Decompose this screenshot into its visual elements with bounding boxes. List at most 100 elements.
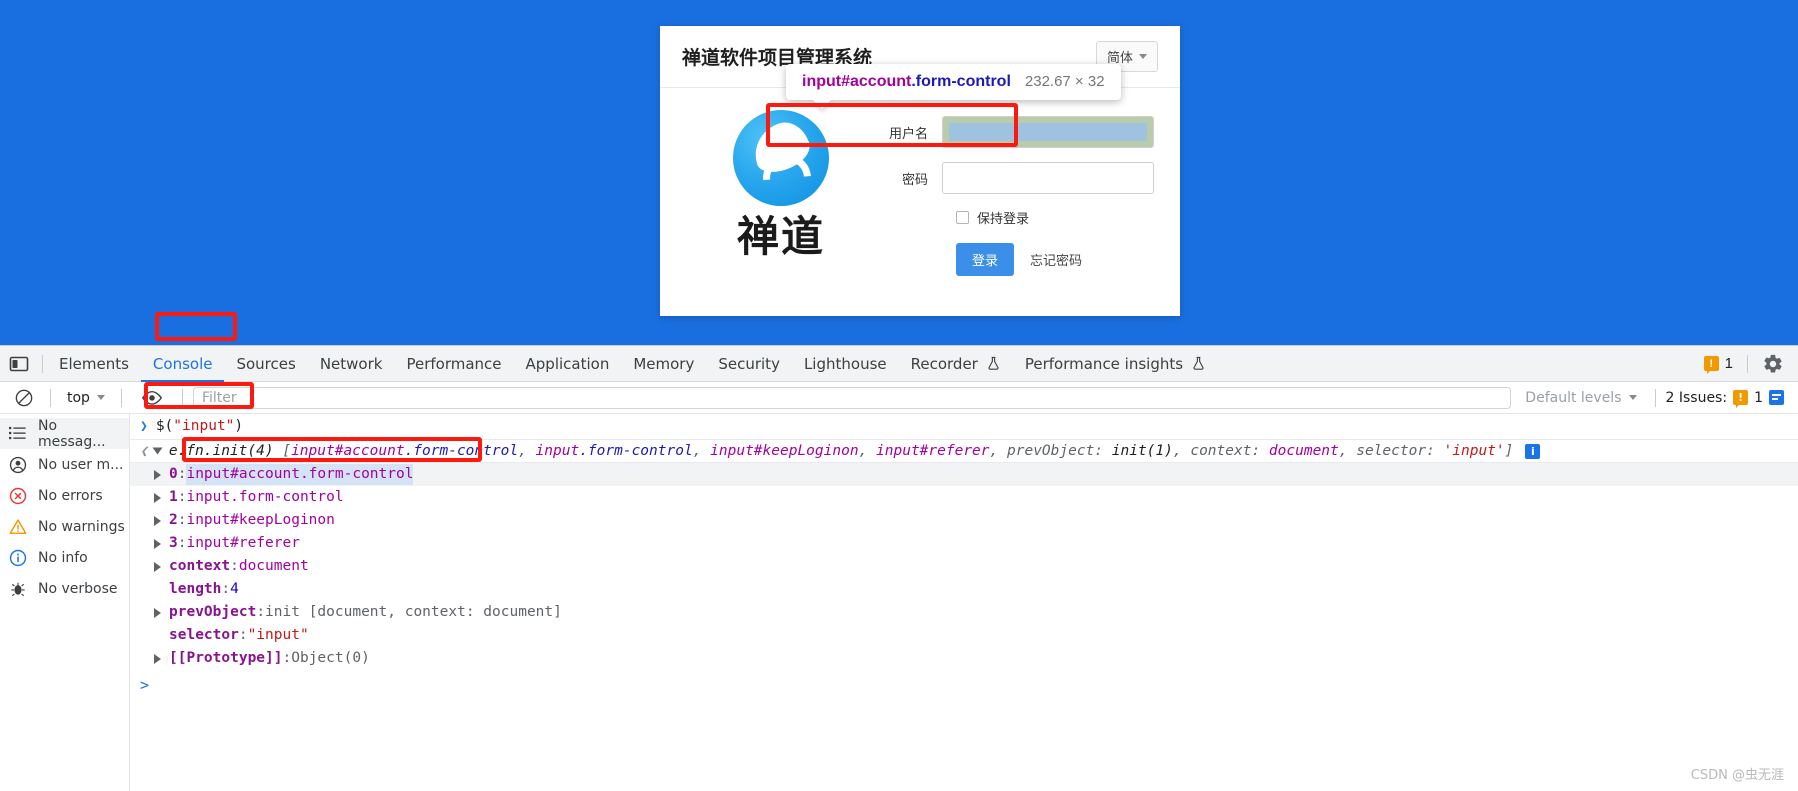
tab-security[interactable]: Security — [706, 346, 792, 382]
filter-input[interactable]: Filter — [192, 386, 1512, 409]
execution-context-select[interactable]: top — [61, 390, 111, 406]
property-value: init [document, context: document] — [265, 604, 562, 620]
expand-triangle-icon[interactable] — [154, 469, 161, 480]
list-icon — [8, 425, 28, 442]
tab-memory[interactable]: Memory — [621, 346, 706, 382]
property-value: document — [238, 558, 309, 574]
tabbar-divider-2 — [1747, 354, 1748, 373]
log-levels-select[interactable]: Default levels — [1517, 390, 1644, 406]
warning-count-chip[interactable]: ! 1 — [1703, 355, 1733, 374]
result-token: , — [1338, 443, 1357, 459]
console-property-row[interactable]: prevObject: init [document, context: doc… — [130, 601, 1798, 624]
live-expression-icon[interactable] — [132, 389, 172, 407]
execution-context-value: top — [67, 389, 90, 406]
tab-recorder[interactable]: Recorder — [899, 346, 1013, 382]
console-sidebar-item-no-warnings[interactable]: No warnings — [0, 511, 129, 542]
browser-viewport: 禅道软件项目管理系统 简体 禅道 用户名 密码 保持登录 登录 忘记密码 inp… — [0, 0, 1798, 345]
tab-elements[interactable]: Elements — [47, 346, 141, 382]
account-input[interactable] — [942, 116, 1154, 148]
warning-count: 1 — [1724, 355, 1733, 372]
property-key: context — [169, 558, 231, 574]
console-sidebar-item-label: No warnings — [38, 518, 125, 535]
chevron-down-icon — [1139, 54, 1147, 59]
element-inspector-tooltip: input#account.form-control 232.67 × 32 — [786, 64, 1121, 109]
tab-sources[interactable]: Sources — [224, 346, 307, 382]
console-sidebar-item-no-verbose[interactable]: No verbose — [0, 573, 129, 604]
console-prompt[interactable]: > — [130, 670, 1798, 694]
console-main: No messag... No user m... No errors No warn… — [0, 414, 1798, 791]
console-property-row[interactable]: 1: input.form-control — [130, 486, 1798, 509]
tab-performance-insights[interactable]: Performance insights — [1013, 346, 1218, 382]
property-separator: : — [177, 489, 187, 505]
expand-triangle-icon[interactable] — [154, 538, 161, 549]
property-key: prevObject — [169, 604, 257, 620]
tab-performance[interactable]: Performance — [394, 346, 513, 382]
forgot-password-link[interactable]: 忘记密码 — [1030, 250, 1082, 269]
tab-label: Network — [319, 354, 383, 373]
console-property-row[interactable]: 3: input#referer — [130, 532, 1798, 555]
expand-triangle-icon[interactable] — [154, 653, 161, 664]
console-property-row[interactable]: 2: input#keepLoginon — [130, 509, 1798, 532]
user-icon — [8, 456, 28, 474]
dock-side-icon[interactable] — [0, 355, 38, 373]
tab-console[interactable]: Console — [141, 346, 225, 382]
property-value: Object(0) — [291, 650, 370, 666]
console-sidebar-item-no-user-m[interactable]: No user m... — [0, 449, 129, 480]
console-property-row[interactable]: context: document — [130, 555, 1798, 578]
chevron-down-icon — [96, 395, 105, 400]
error-icon — [8, 487, 28, 505]
issues-chip[interactable]: 2 Issues: ! 1 — [1666, 389, 1791, 408]
console-property-row[interactable]: length: 4 — [130, 578, 1798, 601]
property-key: 1 — [169, 489, 178, 505]
console-property-row[interactable]: selector: "input" — [130, 624, 1798, 647]
tab-label: Memory — [633, 354, 695, 373]
tab-network[interactable]: Network — [308, 346, 395, 382]
result-token: selector: — [1356, 443, 1444, 459]
result-token: , — [858, 443, 877, 459]
console-sidebar-item-no-messag[interactable]: No messag... — [0, 418, 129, 450]
expand-triangle-icon[interactable] — [154, 607, 161, 618]
info-badge-icon[interactable]: i — [1525, 443, 1541, 459]
tab-label: Elements — [59, 354, 129, 373]
console-sidebar-item-no-errors[interactable]: No errors — [0, 480, 129, 511]
expand-triangle-icon[interactable] — [154, 515, 161, 526]
tooltip-arrow-icon — [812, 99, 832, 109]
brand-block: 禅道 — [686, 110, 876, 276]
keep-login-row[interactable]: 保持登录 — [956, 208, 1154, 227]
tab-label: Console — [152, 354, 213, 373]
console-sidebar-item-no-info[interactable]: No info — [0, 542, 129, 573]
property-separator: : — [177, 512, 187, 528]
login-form: 用户名 密码 保持登录 登录 忘记密码 — [876, 110, 1154, 276]
result-token: prevObject: — [1007, 443, 1112, 459]
clear-console-icon[interactable] — [8, 388, 40, 408]
result-token: e.fn.init(4) — [168, 443, 283, 459]
result-token: input#referer — [876, 443, 990, 459]
prompt-chevron-icon: > — [140, 676, 150, 694]
console-property-row[interactable]: 0: input#account.form-control — [130, 463, 1798, 486]
console-toolbar: top Filter Default levels 2 Issues: ! 1 — [0, 382, 1798, 414]
password-input[interactable] — [942, 162, 1154, 194]
expand-triangle-icon[interactable] — [154, 492, 161, 503]
tab-lighthouse[interactable]: Lighthouse — [792, 346, 899, 382]
toolbar-divider-1 — [50, 388, 51, 407]
login-button[interactable]: 登录 — [956, 243, 1015, 276]
console-output[interactable]: ❯ $("input") ❮ e.fn.init(4) [input#accou… — [130, 414, 1798, 791]
console-result-text: e.fn.init(4) [input#account.form-control… — [169, 443, 1514, 459]
keep-login-checkbox[interactable] — [956, 211, 969, 224]
issues-warning-count: 1 — [1754, 389, 1763, 406]
gear-icon[interactable] — [1762, 353, 1784, 375]
tab-application[interactable]: Application — [514, 346, 622, 382]
result-token: 'input' — [1443, 443, 1505, 459]
property-value: "input" — [247, 627, 309, 643]
chevron-right-icon: ❯ — [140, 419, 148, 434]
filter-placeholder: Filter — [201, 389, 237, 406]
expand-triangle-icon[interactable] — [154, 561, 161, 572]
account-row: 用户名 — [880, 116, 1154, 148]
console-property-row[interactable]: [[Prototype]]: Object(0) — [130, 647, 1798, 670]
result-token: .form-control — [579, 443, 693, 459]
property-key: 2 — [169, 512, 178, 528]
property-key: 0 — [169, 466, 178, 482]
warning-icon: ! — [1733, 390, 1749, 408]
expand-triangle-icon[interactable] — [152, 447, 163, 455]
experiment-flask-icon — [1189, 356, 1206, 371]
